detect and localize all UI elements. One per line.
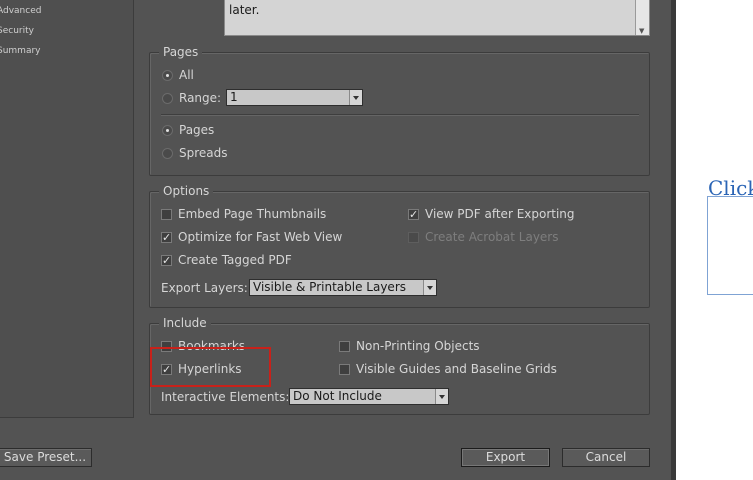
- radio-all-row[interactable]: All: [162, 68, 194, 82]
- range-combobox[interactable]: 1: [226, 89, 363, 106]
- export-layers-row: Export Layers:: [161, 281, 248, 295]
- pages-group-title: Pages: [159, 45, 203, 59]
- scroll-down-arrow-icon[interactable]: ▼: [639, 27, 644, 35]
- guides-row[interactable]: Visible Guides and Baseline Grids: [339, 362, 557, 376]
- save-preset-button[interactable]: Save Preset...: [0, 448, 92, 467]
- radio-all[interactable]: [162, 69, 173, 81]
- export-button[interactable]: Export: [461, 448, 550, 467]
- export-layers-label: Export Layers:: [161, 281, 248, 295]
- acrobat-layers-checkbox: [408, 231, 419, 243]
- pages-divider: [161, 114, 639, 115]
- hyperlinks-highlight-box: [150, 347, 271, 387]
- chevron-down-icon[interactable]: [435, 389, 448, 404]
- embed-thumbnails-label: Embed Page Thumbnails: [178, 207, 327, 221]
- summary-text: later.: [229, 3, 260, 17]
- radio-pages[interactable]: [162, 124, 173, 136]
- radio-all-label: All: [179, 68, 194, 82]
- export-pdf-dialog: Advanced Security Summary later. ▼ Pages…: [0, 0, 671, 480]
- view-after-label: View PDF after Exporting: [425, 207, 575, 221]
- optimize-web-label: Optimize for Fast Web View: [178, 230, 343, 244]
- view-after-checkbox[interactable]: ✓: [408, 208, 419, 220]
- optimize-web-checkbox[interactable]: ✓: [161, 231, 172, 243]
- radio-spreads-label: Spreads: [179, 146, 228, 160]
- interactive-elements-label: Interactive Elements:: [161, 390, 290, 404]
- summary-textarea[interactable]: later. ▼: [224, 0, 650, 36]
- export-layers-value: Visible & Printable Layers: [253, 280, 406, 294]
- guides-label: Visible Guides and Baseline Grids: [356, 362, 557, 376]
- radio-spreads-row[interactable]: Spreads: [162, 146, 228, 160]
- radio-spreads[interactable]: [162, 147, 173, 159]
- non-printing-row[interactable]: Non-Printing Objects: [339, 339, 480, 353]
- chevron-down-icon[interactable]: [349, 90, 362, 105]
- radio-range-label: Range:: [179, 91, 222, 105]
- view-after-row[interactable]: ✓ View PDF after Exporting: [408, 207, 575, 221]
- sidebar: Advanced Security Summary: [0, 0, 134, 418]
- non-printing-label: Non-Printing Objects: [356, 339, 480, 353]
- tagged-pdf-label: Create Tagged PDF: [178, 253, 292, 267]
- chevron-down-icon[interactable]: [423, 280, 436, 295]
- radio-range[interactable]: [162, 92, 173, 104]
- radio-range-row[interactable]: Range:: [162, 91, 221, 105]
- interactive-elements-dropdown[interactable]: Do Not Include: [289, 388, 449, 405]
- cancel-button[interactable]: Cancel: [562, 448, 650, 467]
- document-text-frame: [707, 196, 753, 295]
- tagged-pdf-row[interactable]: ✓ Create Tagged PDF: [161, 253, 292, 267]
- interactive-elements-value: Do Not Include: [293, 389, 382, 403]
- optimize-web-row[interactable]: ✓ Optimize for Fast Web View: [161, 230, 342, 244]
- acrobat-layers-row: Create Acrobat Layers: [408, 230, 559, 244]
- export-layers-dropdown[interactable]: Visible & Printable Layers: [249, 279, 437, 296]
- radio-pages-row[interactable]: Pages: [162, 123, 214, 137]
- embed-thumbnails-row[interactable]: Embed Page Thumbnails: [161, 207, 326, 221]
- dialog-edge: [671, 0, 676, 480]
- summary-scrollbar[interactable]: ▼: [635, 0, 649, 35]
- sidebar-item-advanced[interactable]: Advanced: [0, 6, 41, 16]
- range-value: 1: [230, 90, 238, 104]
- acrobat-layers-label: Create Acrobat Layers: [425, 230, 559, 244]
- non-printing-checkbox[interactable]: [339, 340, 350, 352]
- guides-checkbox[interactable]: [339, 363, 350, 375]
- radio-pages-label: Pages: [179, 123, 215, 137]
- include-group-title: Include: [159, 316, 211, 330]
- sidebar-item-summary[interactable]: Summary: [0, 46, 41, 56]
- embed-thumbnails-checkbox[interactable]: [161, 208, 172, 220]
- interactive-elements-row: Interactive Elements:: [161, 390, 289, 404]
- tagged-pdf-checkbox[interactable]: ✓: [161, 254, 172, 266]
- sidebar-item-security[interactable]: Security: [0, 26, 34, 36]
- options-group-title: Options: [159, 184, 214, 198]
